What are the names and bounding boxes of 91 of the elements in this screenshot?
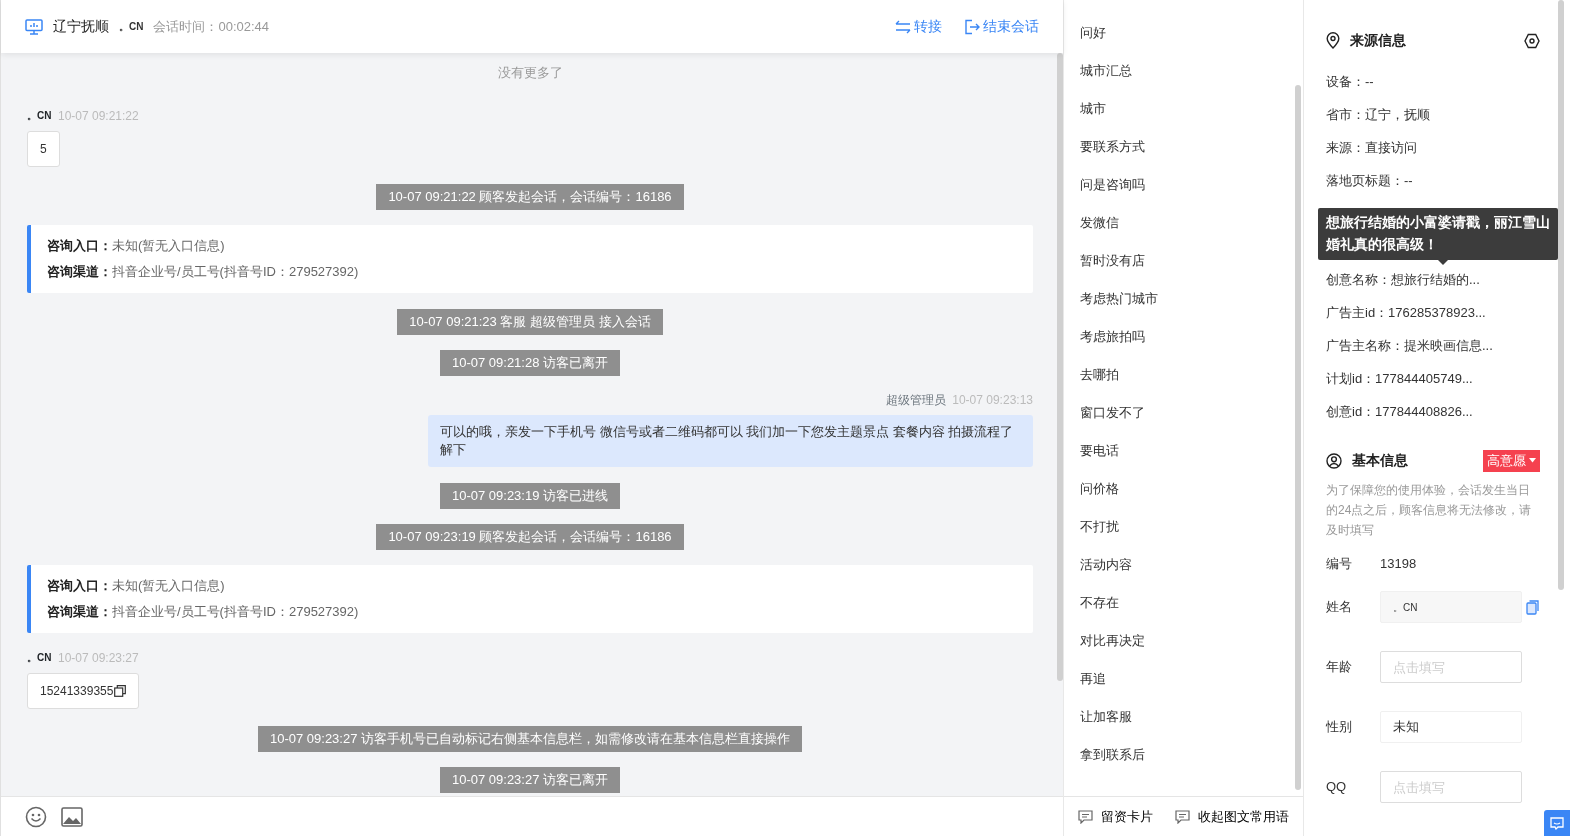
section-title: 基本信息 (1352, 451, 1408, 471)
phrase-item[interactable]: 让加客服 (1080, 698, 1287, 736)
phrase-item[interactable]: 窗口发不了 (1080, 394, 1287, 432)
collapse-phrases-button[interactable]: 收起图文常用语 (1175, 806, 1289, 827)
field-label: 咨询入口： (47, 237, 112, 253)
field-value: 抖音企业号/员工号(抖音号ID：279527392) (112, 263, 359, 279)
scrollbar-thumb[interactable] (1558, 0, 1564, 590)
lead-card-button[interactable]: 留资卡片 (1078, 806, 1153, 827)
system-notice: 10-07 09:23:19 访客已进线 (439, 482, 621, 509)
phrase-item[interactable]: 活动内容 (1080, 546, 1287, 584)
caret-icon (1529, 458, 1536, 464)
field-label: 咨询渠道： (47, 603, 112, 619)
phrase-item[interactable]: 问好 (1080, 14, 1287, 52)
field-label: QQ (1326, 778, 1348, 797)
intent-tag-dropdown[interactable]: 高意愿 (1483, 450, 1540, 472)
image-icon[interactable] (61, 806, 83, 827)
tooltip-arrow (1438, 260, 1448, 265)
phrase-item[interactable]: 去哪拍 (1080, 356, 1287, 394)
phrase-item[interactable]: 问是咨询吗 (1080, 166, 1287, 204)
message-time: 10-07 09:21:22 (57, 107, 139, 125)
message-bubble: 可以的哦，亲发一下手机号 微信号或者二维码都可以 我们加一下您发主题景点 套餐内容 拍摄流程了解下 (428, 414, 1033, 467)
source-field: 广告主id：176285378923... (1326, 296, 1540, 329)
field-label: 咨询渠道： (47, 263, 112, 279)
field-value: 13198 (1380, 554, 1417, 573)
message-time: 10-07 09:23:27 (57, 649, 139, 667)
system-notice: 10-07 09:21:23 客服 超级管理员 接入会话 (397, 308, 663, 335)
phrase-item[interactable]: 不打扰 (1080, 508, 1287, 546)
phrase-item[interactable]: 考虑旅拍吗 (1080, 318, 1287, 356)
sender-name: 。CN (27, 651, 52, 665)
message-text: 15241339355 (40, 683, 114, 698)
phrase-item[interactable]: 问价格 (1080, 470, 1287, 508)
sender-name: 。CN (27, 109, 52, 123)
source-field: 计划id：177844405749... (1326, 362, 1540, 395)
phrase-item[interactable]: 考虑热门城市 (1080, 280, 1287, 318)
field-label: 咨询入口： (47, 577, 112, 593)
source-field: 落地页标题：-- (1326, 164, 1540, 197)
session-time: 会话时间：00:02:44 (153, 17, 270, 36)
field-label: 编号 (1326, 554, 1353, 573)
phrase-item[interactable]: 拿到联系后 (1080, 736, 1287, 774)
location-label: 辽宁抚顺 (53, 17, 109, 36)
phrase-item[interactable]: 城市 (1080, 90, 1287, 128)
field-value: 未知(暂无入口信息) (112, 237, 225, 253)
phrase-item[interactable]: 要联系方式 (1080, 128, 1287, 166)
system-notice: 10-07 09:23:19 顾客发起会话，会话编号：16186 (376, 523, 684, 550)
field-value: 未知(暂无入口信息) (112, 577, 225, 593)
notice-text: 为了保障您的使用体验，会话发生当日的24点之后，顾客信息将无法修改，请及时填写 (1326, 481, 1533, 539)
input-field[interactable]: 未知 (1380, 711, 1522, 743)
phrase-item[interactable]: 城市汇总 (1080, 52, 1287, 90)
message-time: 10-07 09:23:13 (952, 391, 1033, 409)
phrase-item[interactable]: 发微信 (1080, 204, 1287, 242)
sender-name: 超级管理员 (885, 391, 946, 409)
field-label: 年龄 (1326, 658, 1353, 677)
swap-arrows-icon (895, 19, 911, 34)
system-notice: 10-07 09:21:28 访客已离开 (439, 349, 621, 376)
section-title: 来源信息 (1350, 31, 1406, 50)
message-icon (1078, 809, 1093, 824)
field-value: 抖音企业号/员工号(抖音号ID：279527392) (112, 603, 359, 619)
system-notice: 10-07 09:23:27 访客已离开 (439, 766, 621, 793)
phrase-item[interactable]: 暂时没有店 (1080, 242, 1287, 280)
phrase-item[interactable]: 要电话 (1080, 432, 1287, 470)
chat-icon (1550, 816, 1564, 830)
visitor-name: 。CN (119, 20, 144, 34)
name-field: 。CN (1380, 591, 1522, 623)
message-icon (1175, 809, 1190, 824)
copy-icon[interactable] (114, 685, 127, 698)
source-field: 创意id：177844408826... (1326, 395, 1540, 428)
user-icon (1326, 452, 1342, 469)
source-field: 省市：辽宁，抚顺 (1326, 98, 1540, 131)
transfer-button[interactable]: 转接 (895, 16, 942, 37)
no-more-text: 没有更多了 (496, 64, 564, 82)
system-notice: 10-07 09:23:27 访客手机号已自动标记右侧基本信息栏，如需修改请在基本信息栏直接操作 (257, 725, 803, 752)
field-label: 性别 (1326, 718, 1353, 737)
source-field: 来源：直接访问 (1326, 131, 1540, 164)
phrase-item[interactable]: 不存在 (1080, 584, 1287, 622)
source-field: 创意名称：想旅行结婚的... (1326, 263, 1540, 296)
phrase-item[interactable]: 再追 (1080, 660, 1287, 698)
exit-icon (964, 18, 980, 35)
scrollbar-thumb[interactable] (1057, 53, 1063, 681)
field-label: 姓名 (1326, 598, 1353, 617)
end-session-button[interactable]: 结束会话 (964, 16, 1039, 37)
monitor-icon (25, 18, 43, 35)
emoji-icon[interactable] (25, 805, 47, 828)
settings-icon[interactable] (1524, 32, 1540, 49)
scrollbar-thumb[interactable] (1295, 85, 1301, 790)
source-field: 广告主名称：提米映画信息... (1326, 329, 1540, 362)
source-field: 设备：-- (1326, 65, 1540, 98)
message-text: 5 (40, 141, 47, 156)
location-pin-icon (1326, 32, 1340, 49)
phrase-item[interactable]: 对比再决定 (1080, 622, 1287, 660)
system-notice: 10-07 09:21:22 顾客发起会话，会话编号：16186 (376, 183, 684, 210)
chat-button[interactable] (1544, 810, 1570, 836)
